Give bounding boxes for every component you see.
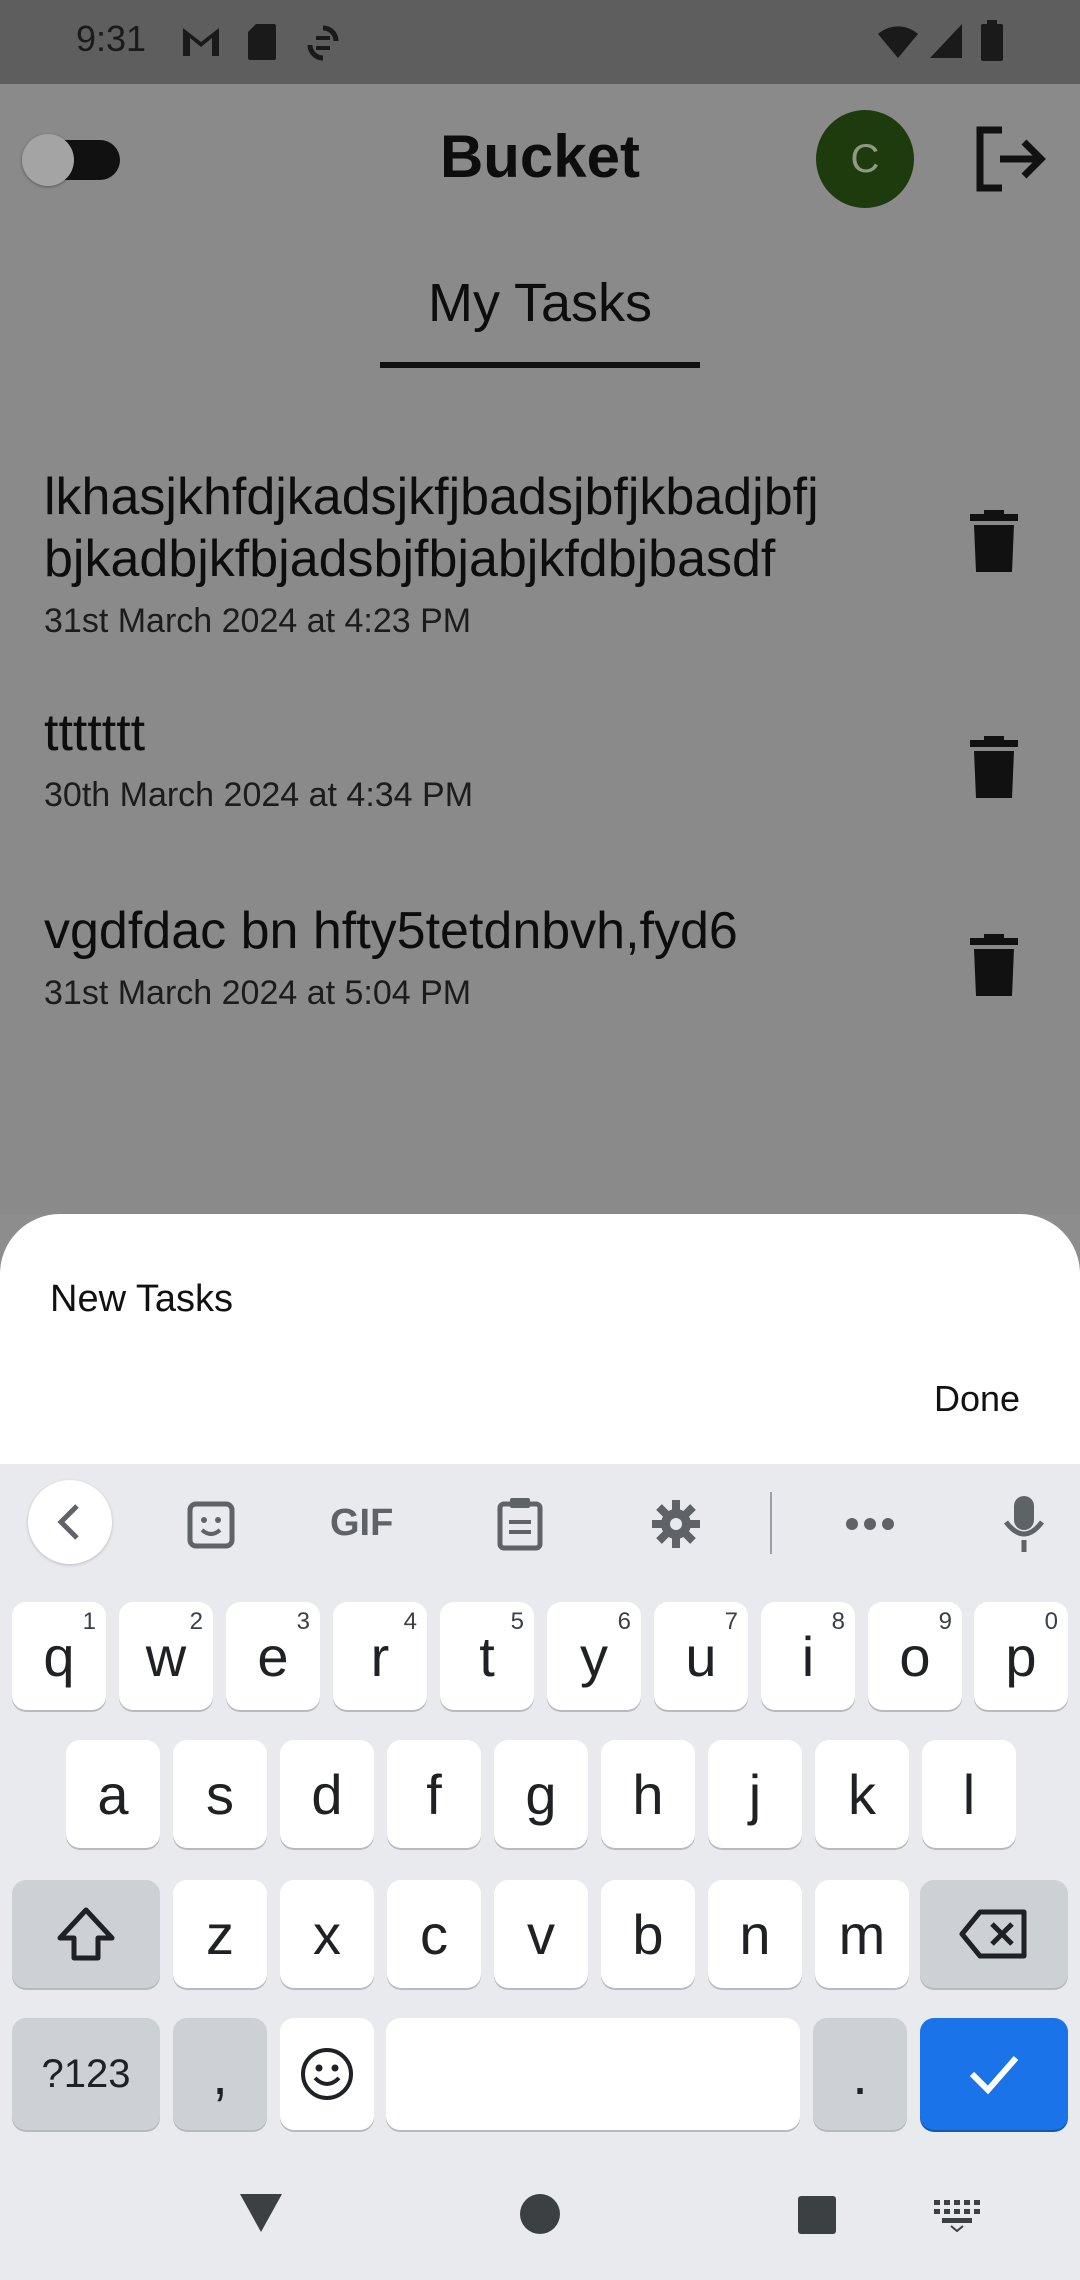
key-s[interactable]: s — [173, 1740, 267, 1848]
list-item[interactable]: vgdfdac bn hfty5tetdnbvh,fyd6 31st March… — [44, 900, 924, 1013]
keyboard — [0, 1464, 1080, 2280]
task-title: vgdfdac bn hfty5tetdnbvh,fyd6 — [44, 902, 738, 960]
avatar[interactable]: C — [816, 110, 914, 208]
period-key[interactable]: . — [813, 2018, 907, 2130]
list-item[interactable]: ttttttt 30th March 2024 at 4:34 PM — [44, 702, 924, 815]
task-date: 31st March 2024 at 4:23 PM — [44, 602, 472, 640]
delete-icon[interactable] — [968, 734, 1020, 800]
task-date: 31st March 2024 at 5:04 PM — [44, 974, 472, 1012]
key-v[interactable]: v — [494, 1880, 588, 1988]
key-w[interactable]: w2 — [119, 1602, 213, 1710]
symbols-key[interactable]: ?123 — [12, 2018, 160, 2130]
new-task-sheet — [0, 1214, 1080, 1464]
logout-icon[interactable] — [972, 124, 1048, 194]
comma-key[interactable]: , — [173, 2018, 267, 2130]
app-background — [0, 84, 1080, 1214]
key-b[interactable]: b — [601, 1880, 695, 1988]
gif-button[interactable]: GIF — [330, 1502, 393, 1545]
key-m[interactable]: m — [815, 1880, 909, 1988]
key-u[interactable]: u7 — [654, 1602, 748, 1710]
microphone-icon[interactable] — [1002, 1494, 1046, 1559]
tab-indicator — [380, 362, 700, 368]
key-e[interactable]: e3 — [226, 1602, 320, 1710]
key-f[interactable]: f — [387, 1740, 481, 1848]
task-date: 30th March 2024 at 4:34 PM — [44, 776, 474, 814]
nav-home-icon[interactable] — [518, 2192, 562, 2241]
key-x[interactable]: x — [280, 1880, 374, 1988]
key-h[interactable]: h — [601, 1740, 695, 1848]
key-a[interactable]: a — [66, 1740, 160, 1848]
delete-icon[interactable] — [968, 508, 1020, 574]
toolbar-divider — [770, 1492, 772, 1554]
backspace-key[interactable] — [920, 1880, 1068, 1988]
battery-icon — [980, 20, 1004, 67]
key-t[interactable]: t5 — [440, 1602, 534, 1710]
key-g[interactable]: g — [494, 1740, 588, 1848]
task-title: lkhasjkhfdjkadsjkfjbadsjbfjkbadjbfj bjka… — [44, 468, 819, 588]
key-q[interactable]: q1 — [12, 1602, 106, 1710]
key-j[interactable]: j — [708, 1740, 802, 1848]
status-time: 9:31 — [76, 18, 147, 59]
keyboard-back-button[interactable] — [28, 1480, 112, 1564]
app-title: Bucket — [439, 123, 641, 190]
task-title: ttttttt — [44, 704, 146, 762]
key-n[interactable]: n — [708, 1880, 802, 1988]
space-key[interactable] — [386, 2018, 800, 2130]
new-task-input[interactable]: New Tasks — [50, 1278, 233, 1321]
key-r[interactable]: r4 — [333, 1602, 427, 1710]
clipboard-icon[interactable] — [496, 1496, 544, 1557]
gmail-icon — [180, 24, 222, 65]
done-button[interactable]: Done — [934, 1378, 1020, 1420]
key-i[interactable]: i8 — [761, 1602, 855, 1710]
sticker-icon[interactable] — [186, 1500, 236, 1555]
more-icon[interactable] — [844, 1516, 896, 1537]
nav-back-icon[interactable] — [236, 2190, 286, 2241]
tab-my-tasks[interactable]: My Tasks — [0, 272, 1080, 334]
key-y[interactable]: y6 — [547, 1602, 641, 1710]
sd-card-icon — [246, 22, 278, 67]
nav-recents-icon[interactable] — [796, 2194, 838, 2241]
emoji-key[interactable] — [280, 2018, 374, 2130]
shift-key[interactable] — [12, 1880, 160, 1988]
wifi-icon — [876, 24, 920, 65]
key-z[interactable]: z — [173, 1880, 267, 1988]
keyboard-hide-icon[interactable] — [932, 2198, 982, 2237]
enter-key[interactable] — [920, 2018, 1068, 2130]
sync-icon — [306, 22, 340, 69]
key-d[interactable]: d — [280, 1740, 374, 1848]
settings-icon[interactable] — [650, 1498, 702, 1555]
delete-icon[interactable] — [968, 932, 1020, 998]
key-l[interactable]: l — [922, 1740, 1016, 1848]
key-c[interactable]: c — [387, 1880, 481, 1988]
key-p[interactable]: p0 — [974, 1602, 1068, 1710]
list-item[interactable]: lkhasjkhfdjkadsjkfjbadsjbfjkbadjbfj bjka… — [44, 466, 924, 641]
signal-icon — [928, 22, 964, 65]
key-o[interactable]: o9 — [868, 1602, 962, 1710]
key-k[interactable]: k — [815, 1740, 909, 1848]
